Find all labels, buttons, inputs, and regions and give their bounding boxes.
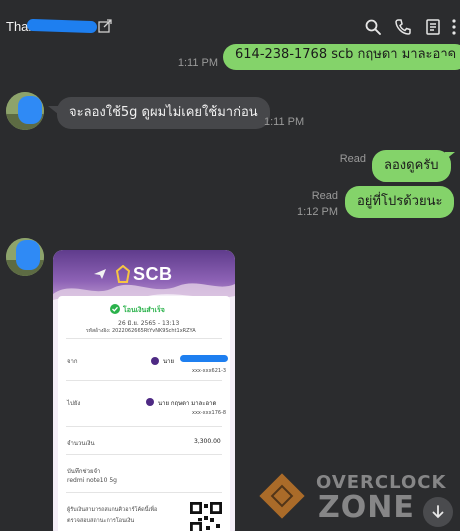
transfer-slip-image[interactable]: SCB โอนเงินสำเร็จ 26 มิ.ย. 2565 - 13:13 …: [53, 250, 235, 531]
scb-logo-icon: [115, 265, 131, 283]
plane-icon: [94, 269, 106, 279]
divider: [66, 380, 222, 381]
divider: [66, 492, 222, 493]
to-label: ไปยัง: [67, 400, 81, 407]
message-text: อยู่ที่โปรด้วยนะ: [357, 194, 443, 209]
divider: [66, 454, 222, 455]
open-external-icon[interactable]: [98, 19, 112, 33]
from-label: จาก: [67, 358, 78, 365]
phone-icon[interactable]: [394, 18, 412, 36]
to-name: นาย กฤษดา มาละอาด: [158, 400, 217, 407]
bubble-tail: [444, 56, 454, 64]
message-text: ลองดูครับ: [384, 158, 439, 173]
check-icon: [110, 304, 120, 314]
footer-text: ผู้รับเงินสามารถสแกนคิวอาร์โค้ดนี้เพื่อ: [67, 507, 158, 513]
transfer-reference: รหัสอ้างอิง: 2022062665RtYvNK9Scht1xRZYA: [86, 328, 196, 334]
read-receipt: Read: [311, 190, 338, 202]
notes-icon[interactable]: [424, 18, 442, 36]
search-icon[interactable]: [364, 18, 382, 36]
bank-icon: [151, 357, 159, 365]
message-bubble[interactable]: อยู่ที่โปรด้วยนะ: [345, 186, 455, 218]
divider: [66, 338, 222, 339]
avatar-photo-icon: [6, 92, 44, 130]
avatar-photo-icon: [6, 238, 44, 276]
arrow-down-icon: [432, 505, 444, 519]
from-account: xxx-xxx621-3: [192, 368, 227, 374]
note-label: บันทึกช่วยจำ: [67, 468, 101, 475]
watermark-text-large: ZONE: [318, 490, 415, 525]
read-receipt: Read: [339, 153, 366, 165]
message-bubble[interactable]: 614-238-1768 scb กฤษดา มาละอาด: [223, 44, 460, 70]
watermark-logo-icon: [259, 473, 305, 519]
to-account: xxx-xxx176-8: [192, 410, 227, 416]
message-bubble[interactable]: จะลองใช้5g ดูผมไม่เคยใช้มาก่อน: [57, 97, 270, 129]
bubble-tail: [444, 198, 454, 206]
slip-details: โอนเงินสำเร็จ 26 มิ.ย. 2565 - 13:13 รหัส…: [58, 296, 230, 531]
bubble-tail: [445, 152, 455, 160]
qr-code-icon: [190, 502, 222, 531]
message-time: 1:11 PM: [264, 116, 305, 128]
divider: [66, 426, 222, 427]
message-time: 1:11 PM: [177, 57, 218, 69]
from-name: นาย: [163, 358, 174, 365]
avatar[interactable]: [6, 238, 44, 276]
note-value: redmi note10 5g: [67, 477, 117, 484]
bank-logo: SCB: [133, 264, 173, 284]
message-time: 1:12 PM: [297, 206, 338, 218]
amount-label: จำนวนเงิน: [67, 440, 95, 447]
message-text: จะลองใช้5g ดูผมไม่เคยใช้มาก่อน: [69, 105, 258, 120]
more-options-icon[interactable]: [449, 18, 459, 36]
redaction-scribble: [26, 18, 98, 34]
avatar[interactable]: [6, 92, 44, 130]
footer-text-2: ตรวจสอบสถานะการโอนเงิน: [67, 518, 135, 524]
redaction-scribble: [180, 355, 228, 362]
message-text: 614-238-1768 scb กฤษดา มาละอาด: [235, 47, 457, 62]
amount-value: 3,300.00: [194, 438, 221, 445]
message-bubble[interactable]: ลองดูครับ: [372, 150, 451, 182]
scroll-to-bottom-button[interactable]: [423, 497, 453, 527]
transfer-status: โอนเงินสำเร็จ: [123, 306, 165, 314]
bank-icon: [146, 398, 154, 406]
